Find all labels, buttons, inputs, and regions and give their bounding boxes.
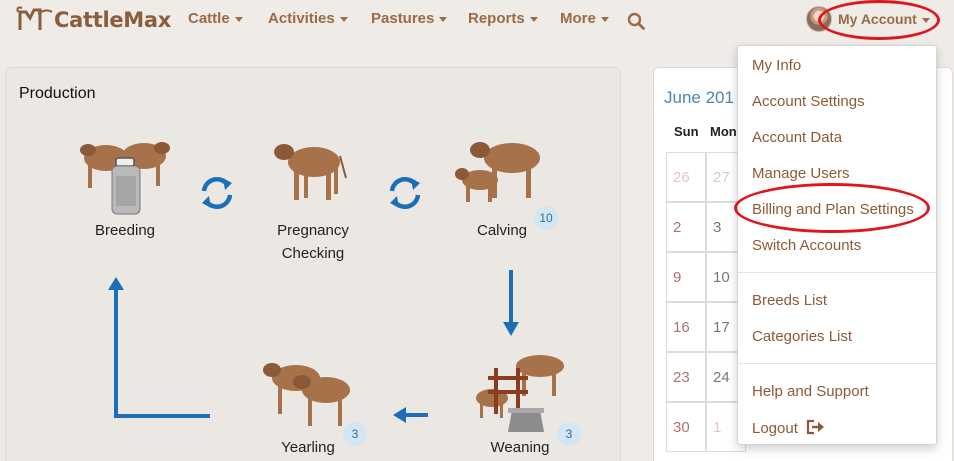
menu-item-account-data[interactable]: Account Data bbox=[752, 129, 842, 146]
stage-yearling-label: Yearling bbox=[281, 439, 335, 456]
day-number: 23 bbox=[673, 369, 690, 386]
calendar-day-cell[interactable]: 26 bbox=[666, 152, 706, 202]
menu-item-breeds-list[interactable]: Breeds List bbox=[752, 292, 827, 309]
nav-activities[interactable]: Activities bbox=[268, 10, 348, 27]
cycle-arrows-icon bbox=[389, 176, 421, 210]
logout-label: Logout bbox=[752, 420, 798, 437]
menu-item-categories-list[interactable]: Categories List bbox=[752, 328, 852, 345]
stage-calving-label: Calving bbox=[476, 222, 528, 239]
calendar-day-cell[interactable]: 23 bbox=[666, 352, 706, 402]
caret-down-icon bbox=[529, 16, 538, 22]
calendar-day-cell[interactable]: 16 bbox=[666, 302, 706, 352]
nav-cattle-label: Cattle bbox=[188, 10, 230, 27]
day-number: 9 bbox=[673, 269, 682, 286]
arrow-left-icon bbox=[393, 407, 428, 423]
my-account-menu[interactable]: My Account bbox=[838, 11, 930, 27]
stage-pregnancy-checking-label: Pregnancy Checking bbox=[277, 222, 349, 262]
nav-cattle[interactable]: Cattle bbox=[188, 10, 243, 27]
calendar-month-title: June 201 bbox=[664, 88, 734, 107]
logout-icon bbox=[806, 419, 825, 435]
calendar-day-cell[interactable]: 2 bbox=[666, 202, 706, 252]
arrow-down-icon bbox=[503, 270, 519, 336]
breeding-cattle-icon[interactable] bbox=[76, 136, 172, 218]
menu-item-help-support[interactable]: Help and Support bbox=[752, 383, 869, 400]
calendar-day-cell[interactable]: 30 bbox=[666, 402, 706, 452]
nav-pastures-label: Pastures bbox=[371, 10, 435, 27]
stage-breeding-label: Breeding bbox=[94, 222, 156, 239]
menu-item-manage-users[interactable]: Manage Users bbox=[752, 165, 850, 182]
cattlemax-logo[interactable]: CattleMax bbox=[16, 4, 171, 36]
calendar-day-cell[interactable]: 9 bbox=[666, 252, 706, 302]
weekday-mon: Mon bbox=[710, 124, 737, 139]
calving-cattle-icon[interactable] bbox=[454, 136, 552, 208]
caret-down-icon bbox=[921, 17, 930, 23]
nav-more-label: More bbox=[560, 10, 596, 27]
day-number: 17 bbox=[713, 319, 730, 336]
search-icon[interactable] bbox=[627, 12, 645, 30]
day-number: 27 bbox=[713, 169, 730, 186]
caret-down-icon bbox=[600, 16, 609, 22]
caret-down-icon bbox=[234, 16, 243, 22]
menu-item-billing-plan-settings[interactable]: Billing and Plan Settings bbox=[752, 201, 914, 218]
elbow-arrow-up-icon bbox=[108, 277, 210, 418]
cycle-arrows-icon bbox=[201, 176, 233, 210]
menu-item-logout[interactable]: Logout bbox=[752, 419, 825, 437]
day-number: 1 bbox=[713, 419, 722, 436]
nav-more[interactable]: More bbox=[560, 10, 609, 27]
day-number: 10 bbox=[713, 269, 730, 286]
weaning-count-badge: 3 bbox=[557, 422, 581, 446]
account-dropdown-menu: My Info Account Settings Account Data Ma… bbox=[737, 45, 937, 445]
day-number: 3 bbox=[713, 219, 722, 236]
menu-item-switch-accounts[interactable]: Switch Accounts bbox=[752, 237, 861, 254]
brand-name: CattleMax bbox=[54, 8, 172, 32]
menu-item-my-info[interactable]: My Info bbox=[752, 57, 801, 74]
menu-divider bbox=[738, 272, 936, 273]
day-number: 16 bbox=[673, 319, 690, 336]
day-number: 26 bbox=[673, 169, 690, 186]
day-number: 30 bbox=[673, 419, 690, 436]
yearling-cattle-icon[interactable] bbox=[260, 356, 356, 434]
caret-down-icon bbox=[339, 16, 348, 22]
top-navbar: CattleMax Cattle Activities Pastures Rep… bbox=[0, 0, 954, 42]
yearling-count-badge: 3 bbox=[343, 422, 367, 446]
nav-activities-label: Activities bbox=[268, 10, 335, 27]
menu-item-account-settings[interactable]: Account Settings bbox=[752, 93, 865, 110]
stage-weaning-label: Weaning bbox=[490, 439, 550, 456]
production-title: Production bbox=[19, 85, 96, 102]
caret-down-icon bbox=[439, 16, 448, 22]
menu-divider bbox=[738, 363, 936, 364]
nav-reports[interactable]: Reports bbox=[468, 10, 538, 27]
day-number: 24 bbox=[713, 369, 730, 386]
nav-pastures[interactable]: Pastures bbox=[371, 10, 448, 27]
day-number: 2 bbox=[673, 219, 682, 236]
nav-reports-label: Reports bbox=[468, 10, 525, 27]
calving-count-badge: 10 bbox=[534, 206, 558, 230]
weekday-sun: Sun bbox=[674, 124, 699, 139]
weaning-cattle-icon[interactable] bbox=[472, 352, 572, 436]
my-account-label: My Account bbox=[838, 11, 917, 27]
cow-logo-icon bbox=[16, 6, 53, 30]
user-avatar[interactable] bbox=[806, 6, 832, 32]
pregnancy-cattle-icon[interactable] bbox=[270, 136, 350, 206]
